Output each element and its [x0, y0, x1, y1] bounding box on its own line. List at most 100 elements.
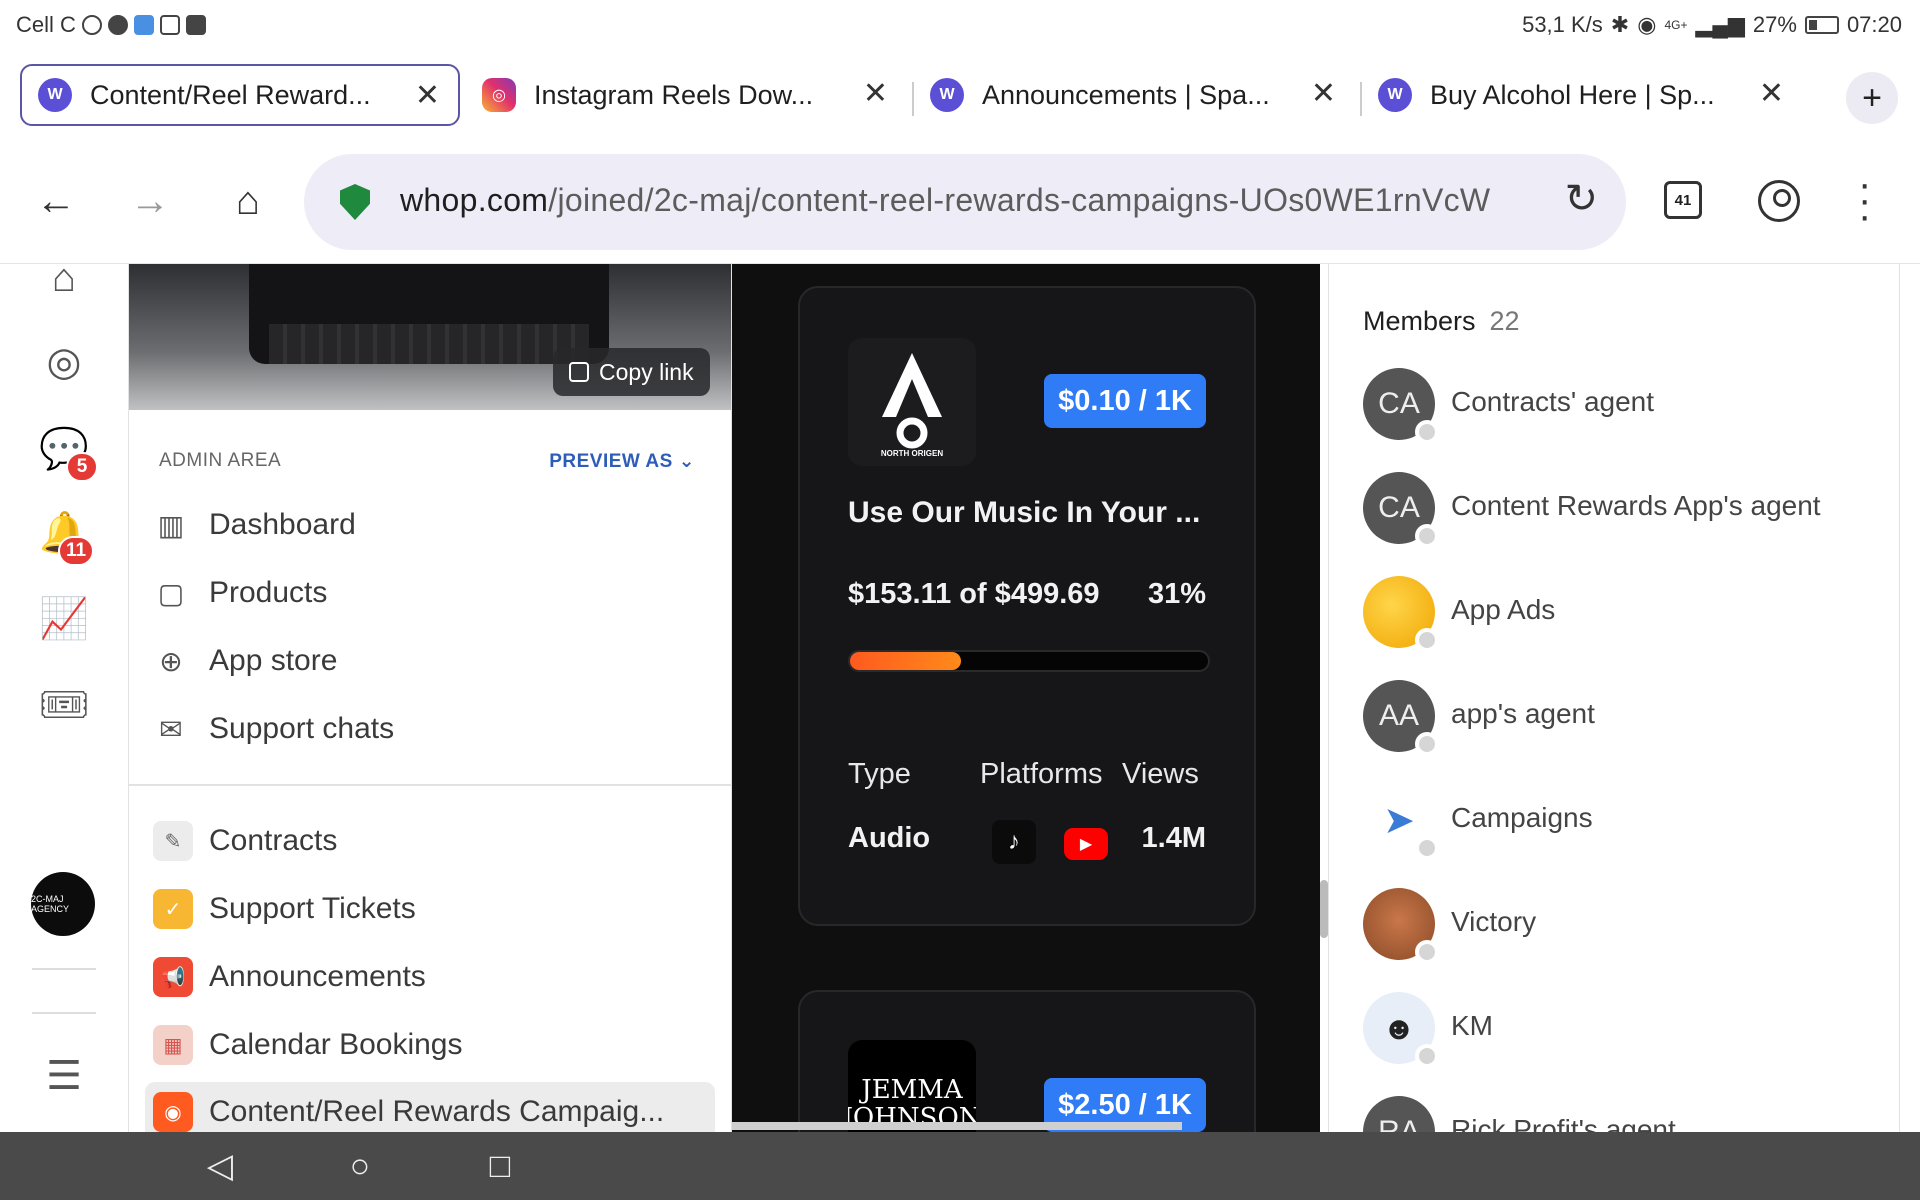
campaign-title[interactable]: Use Our Music In Your ... — [848, 496, 1218, 530]
nav-item-dashboard[interactable]: ▥ Dashboard — [153, 498, 709, 552]
nav-item-app-store[interactable]: ⊕ App store — [153, 634, 709, 688]
whop-icon: W — [1378, 78, 1412, 112]
rate-badge: $0.10 / 1K — [1044, 374, 1206, 428]
campaign-budget: $153.11 of $499.69 — [848, 578, 1100, 610]
nav-item-support-chats[interactable]: ✉ Support chats — [153, 702, 709, 756]
platforms-heading: Platforms — [980, 758, 1103, 790]
member-row[interactable]: CA Contracts' agent — [1363, 368, 1883, 446]
app-item-label: Contracts — [209, 824, 338, 857]
close-tab-icon[interactable]: ✕ — [1311, 76, 1336, 111]
app-item-contracts[interactable]: ✎ Contracts — [153, 814, 709, 868]
member-row[interactable]: RA Rick Profit's agent — [1363, 1096, 1883, 1132]
tab-instagram-reels[interactable]: ◎ Instagram Reels Dow... ✕ — [466, 64, 906, 126]
status-bar: Cell C 53,1 K/s ✱ ◉ 4G+ ▂▄▆ 27% 07:20 — [0, 0, 1920, 50]
back-button[interactable]: ← — [30, 175, 82, 227]
member-row[interactable]: App Ads — [1363, 576, 1883, 654]
community-avatar[interactable]: 2C-MAJ AGENCY — [31, 872, 95, 936]
member-name: KM — [1451, 1010, 1493, 1041]
tab-announcements[interactable]: W Announcements | Spa... ✕ — [914, 64, 1354, 126]
app-item-content-reel-rewards[interactable]: ◉ Content/Reel Rewards Campaig... — [145, 1082, 715, 1132]
megaphone-icon: 📢 — [153, 957, 193, 997]
close-tab-icon[interactable]: ✕ — [1759, 76, 1784, 111]
panel-resize-handle[interactable] — [1320, 880, 1328, 938]
tab-strip: W Content/Reel Reward... ✕ ◎ Instagram R… — [0, 50, 1920, 140]
notification-icon — [81, 15, 102, 35]
contract-icon: ✎ — [153, 821, 193, 861]
budget-progress-bar — [848, 650, 1210, 672]
copy-link-button[interactable]: Copy link — [553, 348, 710, 396]
instagram-icon: ◎ — [482, 78, 516, 112]
close-tab-icon[interactable]: ✕ — [863, 76, 888, 111]
plus-circle-icon: ⊕ — [159, 645, 183, 677]
close-tab-icon[interactable]: ✕ — [415, 78, 440, 113]
battery-percent: 27% — [1752, 12, 1797, 37]
members-heading: Members 22 — [1363, 306, 1520, 337]
presence-dot — [1415, 420, 1439, 444]
address-bar[interactable]: whop.com/joined/2c-maj/content-reel-rewa… — [304, 154, 1626, 250]
profile-icon[interactable] — [1758, 180, 1800, 222]
banner-keyboard-image — [269, 324, 589, 364]
app-item-announcements[interactable]: 📢 Announcements — [153, 950, 709, 1004]
nav-item-label: Dashboard — [209, 508, 356, 541]
discover-compass-icon[interactable]: ◎ — [40, 338, 88, 386]
horizontal-scrollbar[interactable] — [732, 1122, 1182, 1130]
ticket-icon[interactable]: 🎟 — [39, 680, 90, 728]
tab-buy-alcohol[interactable]: W Buy Alcohol Here | Sp... ✕ — [1362, 64, 1802, 126]
app-notification-icon — [133, 15, 154, 35]
community-banner: Copy link — [129, 264, 731, 410]
tiktok-icon: ♪ — [992, 820, 1036, 864]
app-item-label: Announcements — [209, 960, 426, 993]
campaigns-feed[interactable]: NORTH ORIGEN $0.10 / 1K Use Our Music In… — [732, 264, 1320, 1132]
preview-as-label: PREVIEW AS — [549, 451, 673, 472]
carrier-label: Cell C — [16, 12, 76, 37]
tab-title: Instagram Reels Dow... — [534, 79, 814, 110]
back-triangle-icon[interactable]: ◁ — [200, 1146, 240, 1186]
member-row[interactable]: ☻ KM — [1363, 992, 1883, 1070]
more-menu-icon[interactable]: · · · — [1858, 164, 1872, 236]
member-row[interactable]: Victory — [1363, 888, 1883, 966]
chat-badge: 5 — [66, 452, 98, 482]
tab-content-reel-rewards[interactable]: W Content/Reel Reward... ✕ — [20, 64, 460, 126]
app-item-support-tickets[interactable]: ✓ Support Tickets — [153, 882, 709, 936]
home-circle-icon[interactable]: ○ — [340, 1146, 380, 1186]
youtube-icon: ▶ — [1064, 828, 1108, 860]
whop-icon: W — [38, 78, 72, 112]
ticket-icon: ✓ — [153, 889, 193, 929]
notifications-badge: 11 — [58, 536, 95, 566]
security-shield-icon[interactable] — [340, 184, 370, 220]
presence-dot — [1415, 732, 1439, 756]
app-item-calendar-bookings[interactable]: ▦ Calendar Bookings — [153, 1018, 709, 1072]
menu-lines-icon[interactable]: ☰ — [40, 1052, 88, 1100]
forward-button[interactable]: → — [124, 175, 176, 227]
presence-dot — [1415, 524, 1439, 548]
preview-as-button[interactable]: PREVIEW AS ⌄ — [549, 450, 695, 473]
campaign-logo: JEMMA JOHNSON — [848, 1040, 976, 1132]
mail-icon: ✉ — [159, 713, 183, 745]
recents-square-icon[interactable]: □ — [480, 1146, 520, 1186]
network-speed: 53,1 K/s — [1522, 12, 1603, 37]
tab-switcher-button[interactable]: 41 — [1664, 181, 1702, 219]
campaign-card[interactable]: JEMMA JOHNSON $2.50 / 1K — [798, 990, 1256, 1132]
nav-item-products[interactable]: ▢ Products — [153, 566, 709, 620]
progress-fill — [850, 652, 961, 670]
bar-chart-icon: ▥ — [157, 509, 185, 541]
campaign-card[interactable]: NORTH ORIGEN $0.10 / 1K Use Our Music In… — [798, 286, 1256, 926]
new-tab-button[interactable]: + — [1846, 72, 1898, 124]
url-text[interactable]: whop.com/joined/2c-maj/content-reel-rewa… — [400, 182, 1540, 219]
member-row[interactable]: ➤ Campaigns — [1363, 784, 1883, 862]
member-name: Victory — [1451, 906, 1537, 937]
members-title: Members — [1363, 306, 1476, 336]
home-button[interactable]: ⌂ — [222, 175, 274, 227]
member-row[interactable]: AA app's agent — [1363, 680, 1883, 758]
reload-icon[interactable]: ↻ — [1564, 176, 1598, 222]
member-row[interactable]: CA Content Rewards App's agent — [1363, 472, 1883, 550]
eye-comfort-icon: ◉ — [1637, 12, 1657, 37]
home-icon[interactable]: ⌂ — [40, 264, 88, 302]
members-panel: Members 22 CA Contracts' agent CA Content… — [1328, 264, 1900, 1132]
analytics-icon[interactable]: 📈 — [39, 594, 89, 642]
calendar-icon: ▦ — [153, 1025, 193, 1065]
type-heading: Type — [848, 758, 911, 790]
page-content: ⌂ ◎ 💬 5 🔔 11 📈 🎟 2C-MAJ AGENCY ☰ Copy li… — [0, 264, 1920, 1132]
rail-divider — [32, 1012, 96, 1014]
nav-item-label: Products — [209, 576, 328, 609]
